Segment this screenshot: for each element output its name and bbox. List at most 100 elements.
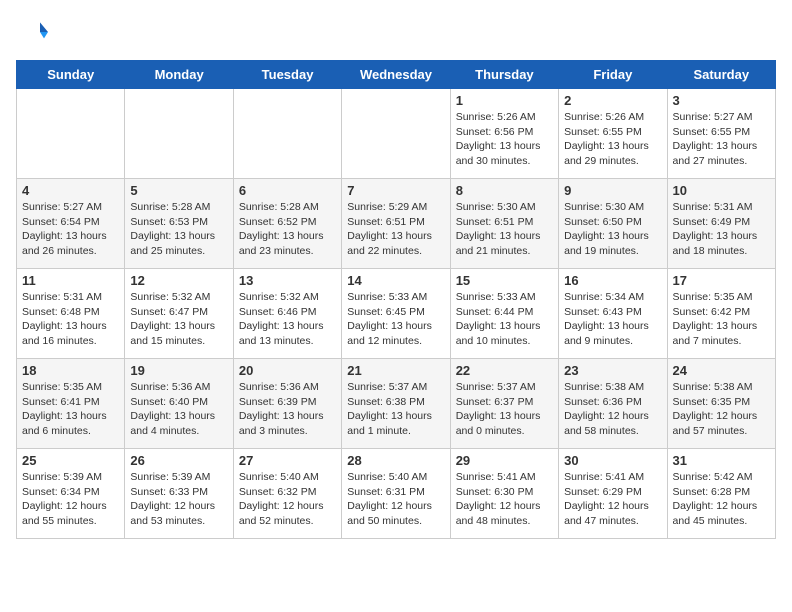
calendar-cell: 24 Sunrise: 5:38 AM Sunset: 6:35 PM Dayli…: [667, 359, 775, 449]
day-number: 18: [22, 363, 119, 378]
day-info: Sunrise: 5:26 AM Sunset: 6:56 PM Dayligh…: [456, 110, 553, 169]
day-number: 21: [347, 363, 444, 378]
day-number: 17: [673, 273, 770, 288]
day-info: Sunrise: 5:36 AM Sunset: 6:39 PM Dayligh…: [239, 380, 336, 439]
day-info: Sunrise: 5:41 AM Sunset: 6:29 PM Dayligh…: [564, 470, 661, 529]
day-header-friday: Friday: [559, 61, 667, 89]
day-number: 23: [564, 363, 661, 378]
day-number: 19: [130, 363, 227, 378]
calendar-cell: 27Sunrise: 5:40 AM Sunset: 6:32 PM Dayli…: [233, 449, 341, 539]
day-header-thursday: Thursday: [450, 61, 558, 89]
calendar-cell: 9 Sunrise: 5:30 AM Sunset: 6:50 PM Daylig…: [559, 179, 667, 269]
calendar-cell: 6 Sunrise: 5:28 AM Sunset: 6:52 PM Daylig…: [233, 179, 341, 269]
day-number: 26: [130, 453, 227, 468]
day-number: 14: [347, 273, 444, 288]
day-number: 7: [347, 183, 444, 198]
day-info: Sunrise: 5:34 AM Sunset: 6:43 PM Dayligh…: [564, 290, 661, 349]
day-info: Sunrise: 5:32 AM Sunset: 6:46 PM Dayligh…: [239, 290, 336, 349]
calendar-cell: 25 Sunrise: 5:39 AM Sunset: 6:34 PM Dayli…: [17, 449, 125, 539]
day-info: Sunrise: 5:27 AM Sunset: 6:54 PM Dayligh…: [22, 200, 119, 259]
calendar-cell: 19Sunrise: 5:36 AM Sunset: 6:40 PM Dayli…: [125, 359, 233, 449]
day-info: Sunrise: 5:35 AM Sunset: 6:42 PM Dayligh…: [673, 290, 770, 349]
day-info: Sunrise: 5:28 AM Sunset: 6:53 PM Dayligh…: [130, 200, 227, 259]
day-header-saturday: Saturday: [667, 61, 775, 89]
calendar-header-row: SundayMondayTuesdayWednesdayThursdayFrid…: [17, 61, 776, 89]
day-number: 15: [456, 273, 553, 288]
day-number: 31: [673, 453, 770, 468]
day-info: Sunrise: 5:42 AM Sunset: 6:28 PM Dayligh…: [673, 470, 770, 529]
calendar-cell: 12 Sunrise: 5:32 AM Sunset: 6:47 PM Dayli…: [125, 269, 233, 359]
page-header: [16, 16, 776, 48]
day-number: 5: [130, 183, 227, 198]
day-info: Sunrise: 5:39 AM Sunset: 6:34 PM Dayligh…: [22, 470, 119, 529]
calendar-cell: 4Sunrise: 5:27 AM Sunset: 6:54 PM Daylig…: [17, 179, 125, 269]
day-info: Sunrise: 5:39 AM Sunset: 6:33 PM Dayligh…: [130, 470, 227, 529]
day-info: Sunrise: 5:26 AM Sunset: 6:55 PM Dayligh…: [564, 110, 661, 169]
day-info: Sunrise: 5:33 AM Sunset: 6:45 PM Dayligh…: [347, 290, 444, 349]
calendar-cell: [342, 89, 450, 179]
calendar-cell: [17, 89, 125, 179]
logo: [16, 16, 54, 48]
calendar-cell: 31 Sunrise: 5:42 AM Sunset: 6:28 PM Dayli…: [667, 449, 775, 539]
calendar-table: SundayMondayTuesdayWednesdayThursdayFrid…: [16, 60, 776, 539]
calendar-cell: 2 Sunrise: 5:26 AM Sunset: 6:55 PM Daylig…: [559, 89, 667, 179]
day-info: Sunrise: 5:28 AM Sunset: 6:52 PM Dayligh…: [239, 200, 336, 259]
calendar-cell: [125, 89, 233, 179]
calendar-cell: 14 Sunrise: 5:33 AM Sunset: 6:45 PM Dayli…: [342, 269, 450, 359]
calendar-cell: 18 Sunrise: 5:35 AM Sunset: 6:41 PM Dayli…: [17, 359, 125, 449]
day-number: 12: [130, 273, 227, 288]
day-info: Sunrise: 5:29 AM Sunset: 6:51 PM Dayligh…: [347, 200, 444, 259]
calendar-cell: 16 Sunrise: 5:34 AM Sunset: 6:43 PM Dayli…: [559, 269, 667, 359]
day-number: 10: [673, 183, 770, 198]
day-header-tuesday: Tuesday: [233, 61, 341, 89]
day-number: 9: [564, 183, 661, 198]
day-number: 25: [22, 453, 119, 468]
calendar-week-1: 1 Sunrise: 5:26 AM Sunset: 6:56 PM Daylig…: [17, 89, 776, 179]
calendar-cell: 15 Sunrise: 5:33 AM Sunset: 6:44 PM Dayli…: [450, 269, 558, 359]
calendar-cell: 22 Sunrise: 5:37 AM Sunset: 6:37 PM Dayli…: [450, 359, 558, 449]
calendar-week-5: 25 Sunrise: 5:39 AM Sunset: 6:34 PM Dayli…: [17, 449, 776, 539]
calendar-cell: 7 Sunrise: 5:29 AM Sunset: 6:51 PM Daylig…: [342, 179, 450, 269]
day-number: 28: [347, 453, 444, 468]
calendar-week-2: 4Sunrise: 5:27 AM Sunset: 6:54 PM Daylig…: [17, 179, 776, 269]
day-number: 20: [239, 363, 336, 378]
day-header-sunday: Sunday: [17, 61, 125, 89]
day-number: 6: [239, 183, 336, 198]
day-info: Sunrise: 5:38 AM Sunset: 6:36 PM Dayligh…: [564, 380, 661, 439]
calendar-cell: 20 Sunrise: 5:36 AM Sunset: 6:39 PM Dayli…: [233, 359, 341, 449]
day-number: 11: [22, 273, 119, 288]
calendar-cell: 13Sunrise: 5:32 AM Sunset: 6:46 PM Dayli…: [233, 269, 341, 359]
calendar-cell: 23 Sunrise: 5:38 AM Sunset: 6:36 PM Dayli…: [559, 359, 667, 449]
day-header-monday: Monday: [125, 61, 233, 89]
day-info: Sunrise: 5:35 AM Sunset: 6:41 PM Dayligh…: [22, 380, 119, 439]
calendar-cell: 10 Sunrise: 5:31 AM Sunset: 6:49 PM Dayli…: [667, 179, 775, 269]
day-info: Sunrise: 5:41 AM Sunset: 6:30 PM Dayligh…: [456, 470, 553, 529]
calendar-cell: 5 Sunrise: 5:28 AM Sunset: 6:53 PM Daylig…: [125, 179, 233, 269]
day-info: Sunrise: 5:30 AM Sunset: 6:51 PM Dayligh…: [456, 200, 553, 259]
calendar-week-3: 11Sunrise: 5:31 AM Sunset: 6:48 PM Dayli…: [17, 269, 776, 359]
calendar-cell: 26 Sunrise: 5:39 AM Sunset: 6:33 PM Dayli…: [125, 449, 233, 539]
day-info: Sunrise: 5:30 AM Sunset: 6:50 PM Dayligh…: [564, 200, 661, 259]
day-info: Sunrise: 5:33 AM Sunset: 6:44 PM Dayligh…: [456, 290, 553, 349]
day-number: 8: [456, 183, 553, 198]
day-number: 29: [456, 453, 553, 468]
day-number: 30: [564, 453, 661, 468]
day-info: Sunrise: 5:31 AM Sunset: 6:49 PM Dayligh…: [673, 200, 770, 259]
day-number: 22: [456, 363, 553, 378]
calendar-cell: 17 Sunrise: 5:35 AM Sunset: 6:42 PM Dayli…: [667, 269, 775, 359]
day-number: 16: [564, 273, 661, 288]
calendar-cell: 1 Sunrise: 5:26 AM Sunset: 6:56 PM Daylig…: [450, 89, 558, 179]
day-info: Sunrise: 5:32 AM Sunset: 6:47 PM Dayligh…: [130, 290, 227, 349]
calendar-week-4: 18 Sunrise: 5:35 AM Sunset: 6:41 PM Dayli…: [17, 359, 776, 449]
day-number: 2: [564, 93, 661, 108]
day-number: 1: [456, 93, 553, 108]
logo-icon: [16, 16, 48, 48]
calendar-cell: [233, 89, 341, 179]
day-info: Sunrise: 5:37 AM Sunset: 6:37 PM Dayligh…: [456, 380, 553, 439]
day-number: 24: [673, 363, 770, 378]
calendar-cell: 11Sunrise: 5:31 AM Sunset: 6:48 PM Dayli…: [17, 269, 125, 359]
calendar-cell: 3Sunrise: 5:27 AM Sunset: 6:55 PM Daylig…: [667, 89, 775, 179]
day-number: 3: [673, 93, 770, 108]
calendar-cell: 30 Sunrise: 5:41 AM Sunset: 6:29 PM Dayli…: [559, 449, 667, 539]
day-info: Sunrise: 5:38 AM Sunset: 6:35 PM Dayligh…: [673, 380, 770, 439]
